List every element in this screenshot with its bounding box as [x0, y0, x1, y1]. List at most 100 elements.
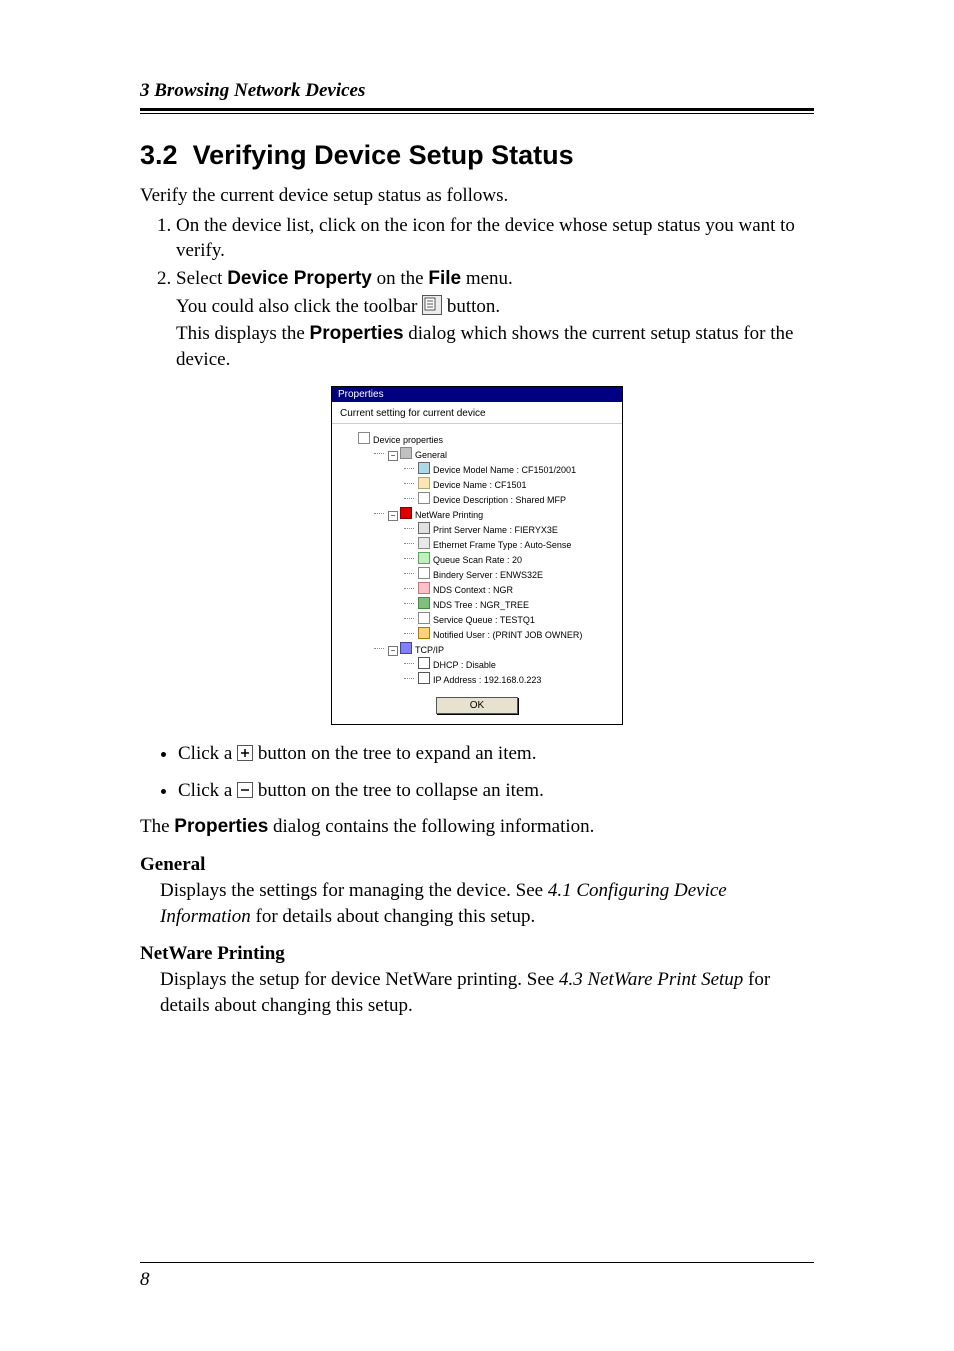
- step-1-text: On the device list, click on the icon fo…: [176, 215, 795, 262]
- def-n-pre: Displays the setup for device NetWare pr…: [160, 969, 559, 990]
- tree-nw-item-7: Notified User : (PRINT JOB OWNER): [404, 627, 610, 642]
- def-general-term: General: [140, 854, 814, 876]
- tree-general-text-1: Device Name : CF1501: [433, 480, 527, 490]
- tree-nw-item-0: Print Server Name : FIERYX3E: [404, 522, 610, 537]
- step-1: On the device list, click on the icon fo…: [176, 213, 814, 264]
- field-icon: [418, 657, 430, 669]
- step2-l3-pre: This displays the: [176, 323, 310, 344]
- step-2-line1: Select Device Property on the File menu.: [176, 268, 513, 289]
- tree-nw-text-1: Ethernet Frame Type : Auto-Sense: [433, 540, 571, 550]
- tree-nw-item-4: NDS Context : NGR: [404, 582, 610, 597]
- hint-expand: Click a button on the tree to expand an …: [178, 739, 814, 769]
- user-icon: [418, 627, 430, 639]
- tree-nw-item-3: Bindery Server : ENWS32E: [404, 567, 610, 582]
- tree-nw-text-2: Queue Scan Rate : 20: [433, 555, 522, 565]
- def-general-body: Displays the settings for managing the d…: [160, 878, 814, 929]
- dialog-button-row: OK: [332, 693, 622, 724]
- root-icon: [358, 432, 370, 444]
- tree-general-item-2: Device Description : Shared MFP: [404, 492, 610, 507]
- tree-ip-item-1: IP Address : 192.168.0.223: [404, 672, 610, 687]
- tree-nw-text-4: NDS Context : NGR: [433, 585, 513, 595]
- folder-icon: [400, 447, 412, 459]
- printer-icon: [418, 522, 430, 534]
- tree-general-item-0: Device Model Name : CF1501/2001: [404, 462, 610, 477]
- tree-nw-item-5: NDS Tree : NGR_TREE: [404, 597, 610, 612]
- collapse-icon[interactable]: −: [388, 646, 398, 656]
- def-netware-body: Displays the setup for device NetWare pr…: [160, 967, 814, 1018]
- def-netware-term: NetWare Printing: [140, 943, 814, 965]
- server-icon: [418, 567, 430, 579]
- tree-tcpip[interactable]: − TCP/IP DHCP : Disable IP Address : 192.…: [374, 642, 610, 687]
- dialog-subtitle: Current setting for current device: [332, 402, 622, 424]
- tree-general[interactable]: − General Device Model Name : CF1501/2001…: [374, 447, 610, 507]
- netware-icon: [400, 507, 412, 519]
- steps-list: On the device list, click on the icon fo…: [140, 213, 814, 373]
- tree-root-label: Device properties: [373, 435, 443, 445]
- dialog-titlebar: Properties: [332, 387, 622, 402]
- tree-general-text-0: Device Model Name : CF1501/2001: [433, 465, 576, 475]
- tag-icon: [418, 477, 430, 489]
- hint-collapse-pre: Click a: [178, 780, 237, 801]
- page-footer: 8: [140, 1262, 814, 1291]
- collapse-icon[interactable]: −: [388, 451, 398, 461]
- tree-ip-text-0: DHCP : Disable: [433, 660, 496, 670]
- note-icon: [418, 492, 430, 504]
- globe-icon: [400, 642, 412, 654]
- tree-nw-text-0: Print Server Name : FIERYX3E: [433, 525, 558, 535]
- tree-nw-item-1: Ethernet Frame Type : Auto-Sense: [404, 537, 610, 552]
- ps-bold: Properties: [174, 816, 268, 837]
- section-title: 3.2 Verifying Device Setup Status: [140, 140, 814, 171]
- hint-expand-post: button on the tree to expand an item.: [253, 743, 536, 764]
- def-g-post: for details about changing this setup.: [251, 906, 535, 927]
- tree-tcpip-label: TCP/IP: [415, 645, 444, 655]
- header-rule-thin: [140, 113, 814, 114]
- frame-icon: [418, 537, 430, 549]
- service-icon: [418, 612, 430, 624]
- collapse-icon[interactable]: −: [388, 511, 398, 521]
- section-number: 3.2: [140, 140, 178, 170]
- tree-nw-item-6: Service Queue : TESTQ1: [404, 612, 610, 627]
- minus-icon: [237, 782, 253, 798]
- hint-collapse: Click a button on the tree to collapse a…: [178, 776, 814, 806]
- dialog-tree: Device properties − General Device Model …: [340, 432, 614, 687]
- tree-general-item-1: Device Name : CF1501: [404, 477, 610, 492]
- footer-rule: [140, 1262, 814, 1263]
- plus-icon: [237, 745, 253, 761]
- def-n-ref: 4.3 NetWare Print Setup: [559, 969, 743, 990]
- ok-button[interactable]: OK: [436, 697, 518, 714]
- tree-general-text-2: Device Description : Shared MFP: [433, 495, 566, 505]
- step-2-line2: You could also click the toolbar button.: [176, 294, 814, 320]
- tree-general-label: General: [415, 450, 447, 460]
- hint-collapse-post: button on the tree to collapse an item.: [253, 780, 544, 801]
- context-icon: [418, 582, 430, 594]
- queue-icon: [418, 552, 430, 564]
- tree-nw-text-3: Bindery Server : ENWS32E: [433, 570, 543, 580]
- step2-l2-pre: You could also click the toolbar: [176, 296, 422, 317]
- nds-tree-icon: [418, 597, 430, 609]
- hint-expand-pre: Click a: [178, 743, 237, 764]
- step2-l3-bold: Properties: [310, 323, 404, 344]
- page-number: 8: [140, 1269, 814, 1291]
- ps-pre: The: [140, 816, 174, 837]
- tree-ip-text-1: IP Address : 192.168.0.223: [433, 675, 541, 685]
- monitor-icon: [418, 462, 430, 474]
- tree-hints-list: Click a button on the tree to expand an …: [140, 739, 814, 806]
- section-heading-text: Verifying Device Setup Status: [193, 140, 574, 170]
- tree-nw-text-7: Notified User : (PRINT JOB OWNER): [433, 630, 582, 640]
- dialog-tree-panel: Device properties − General Device Model …: [340, 432, 614, 687]
- tree-netware[interactable]: − NetWare Printing Print Server Name : FI…: [374, 507, 610, 642]
- tree-netware-label: NetWare Printing: [415, 510, 483, 520]
- intro-text: Verify the current device setup status a…: [140, 183, 814, 209]
- step2-l1-post: menu.: [461, 268, 513, 289]
- tree-ip-item-0: DHCP : Disable: [404, 657, 610, 672]
- header-rule-thick: [140, 108, 814, 111]
- tree-nw-item-2: Queue Scan Rate : 20: [404, 552, 610, 567]
- ps-post: dialog contains the following informatio…: [268, 816, 594, 837]
- step2-l1-mid: on the: [372, 268, 428, 289]
- step-2-line3: This displays the Properties dialog whic…: [176, 321, 814, 372]
- properties-sentence: The Properties dialog contains the follo…: [140, 814, 814, 840]
- running-head: 3 Browsing Network Devices: [140, 80, 814, 102]
- def-g-pre: Displays the settings for managing the d…: [160, 880, 548, 901]
- step2-l1-b2: File: [428, 268, 461, 289]
- tree-nw-text-5: NDS Tree : NGR_TREE: [433, 600, 529, 610]
